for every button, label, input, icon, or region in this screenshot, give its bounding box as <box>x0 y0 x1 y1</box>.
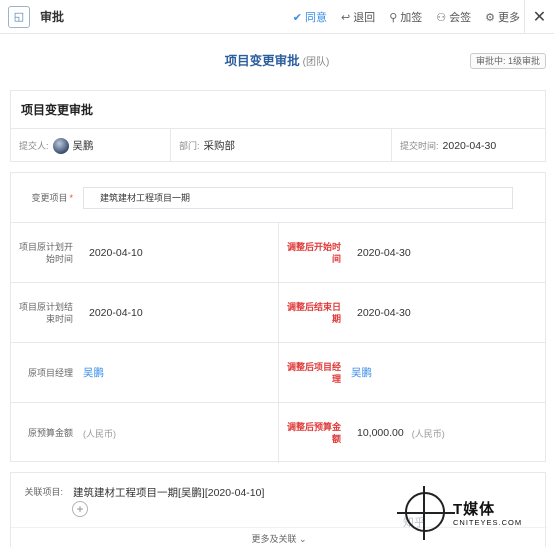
department-value: 采购部 <box>203 140 236 152</box>
adjusted-manager-cell: 调整后项目经理 吴鹏 <box>279 343 545 403</box>
adjusted-end-value: 2020-04-30 <box>357 306 411 319</box>
orig-budget-unit: (人民币) <box>83 428 116 439</box>
submitter-name: 吴鹏 <box>72 140 94 152</box>
check-circle-icon: ✔ <box>292 11 302 24</box>
more-button[interactable]: ⚙ 更多 <box>485 9 520 25</box>
adjusted-start-value: 2020-04-30 <box>357 246 411 259</box>
details-grid: 项目原计划开始时间 2020-04-10 调整后开始时间 2020-04-30 … <box>11 223 545 463</box>
add-related-button[interactable]: + <box>72 501 88 517</box>
submit-time-value: 2020-04-30 <box>442 139 497 152</box>
submit-time-cell: 提交时间: 2020-04-30 <box>392 129 545 162</box>
orig-manager-label: 原项目经理 <box>27 367 73 378</box>
stage-badge: 审批中: 1级审批 <box>469 53 546 69</box>
avatar <box>52 137 69 154</box>
summary-info-row: 提交人: 吴鹏 部门: 采购部 提交时间: 2020-04-30 <box>11 129 545 162</box>
adjusted-budget-label: 调整后预算金额 <box>286 422 341 444</box>
add-sign-icon: ⚲ <box>389 11 398 24</box>
orig-manager-link[interactable]: 吴鹏 <box>83 365 104 380</box>
adjusted-start-cell: 调整后开始时间 2020-04-30 <box>279 223 545 283</box>
planned-start-value: 2020-04-10 <box>89 246 143 259</box>
adjusted-manager-label: 调整后项目经理 <box>286 361 341 384</box>
planned-end-value: 2020-04-10 <box>89 306 143 319</box>
add-sign-button[interactable]: ⚲ 加签 <box>389 9 422 25</box>
change-project-field[interactable]: 建筑建材工程项目一期 <box>83 186 513 209</box>
adjusted-budget-value: 10,000.00 <box>357 427 404 439</box>
details-card: 变更项目 * 建筑建材工程项目一期 项目原计划开始时间 2020-04-10 调整… <box>10 172 546 463</box>
return-icon: ↩ <box>340 11 351 24</box>
adjusted-end-label: 调整后结束日期 <box>286 301 341 324</box>
title-bar: ◱ 审批 ✔ 同意 ↩ 退回 ⚲ 加签 ⚇ 会签 ⚙ 更多 ✕ <box>0 0 554 34</box>
required-marker: * <box>69 193 73 203</box>
planned-end-label: 项目原计划结束时间 <box>18 301 73 324</box>
watermark-logo: 知乎 T媒体 CNITEYES.COM <box>397 486 554 544</box>
window-title: 审批 <box>40 10 65 24</box>
planned-end-cell: 项目原计划结束时间 2020-04-10 <box>11 283 279 343</box>
change-project-row: 变更项目 * 建筑建材工程项目一期 <box>11 173 545 223</box>
adjusted-budget-cell: 调整后预算金额 10,000.00 (人民币) <box>279 403 545 463</box>
return-button[interactable]: ↩ 退回 <box>341 9 375 25</box>
planned-start-label: 项目原计划开始时间 <box>18 241 73 264</box>
adjusted-manager-link[interactable]: 吴鹏 <box>351 365 372 380</box>
approve-button[interactable]: ✔ 同意 <box>293 9 327 25</box>
summary-card: 项目变更审批 提交人: 吴鹏 部门: 采购部 提交时间: 2020-04-30 <box>10 90 546 162</box>
adjusted-budget-unit: (人民币) <box>411 428 445 439</box>
department-cell: 部门: 采购部 <box>171 129 392 162</box>
change-project-label: 变更项目 * <box>31 193 73 203</box>
adjusted-start-label: 调整后开始时间 <box>286 241 341 264</box>
submit-time-label: 提交时间: <box>400 141 439 151</box>
approval-sheet: 项目变更审批 (团队) 审批中: 1级审批 项目变更审批 提交人: 吴鹏 部门: … <box>0 34 554 547</box>
department-label: 部门: <box>179 141 200 151</box>
summary-heading: 项目变更审批 <box>11 91 545 129</box>
orig-budget-label: 原预算金额 <box>27 428 73 438</box>
watermark-sub: CNITEYES.COM <box>453 518 523 527</box>
related-project-label: 关联项目: <box>24 487 63 497</box>
submitter-cell: 提交人: 吴鹏 <box>11 129 171 162</box>
orig-budget-cell: 原预算金额 (人民币) <box>11 403 279 463</box>
related-project-value[interactable]: 建筑建材工程项目一期[吴鹏][2020-04-10] <box>73 485 264 500</box>
watermark-brand: T媒体 <box>453 501 496 518</box>
adjusted-end-cell: 调整后结束日期 2020-04-30 <box>279 283 545 343</box>
orig-manager-cell: 原项目经理 吴鹏 <box>11 343 279 403</box>
countersign-button[interactable]: ⚇ 会签 <box>436 9 471 25</box>
action-toolbar: ✔ 同意 ↩ 退回 ⚲ 加签 ⚇ 会签 ⚙ 更多 <box>279 0 520 34</box>
submitter-label: 提交人: <box>19 141 49 151</box>
countersign-icon: ⚇ <box>436 11 447 24</box>
gear-icon: ⚙ <box>485 11 495 24</box>
form-subtitle: (团队) <box>302 57 330 68</box>
form-title-text: 项目变更审批 <box>224 54 300 68</box>
close-icon[interactable]: ✕ <box>524 0 554 34</box>
planned-start-cell: 项目原计划开始时间 2020-04-10 <box>11 223 279 283</box>
form-icon[interactable]: ◱ <box>8 5 30 28</box>
